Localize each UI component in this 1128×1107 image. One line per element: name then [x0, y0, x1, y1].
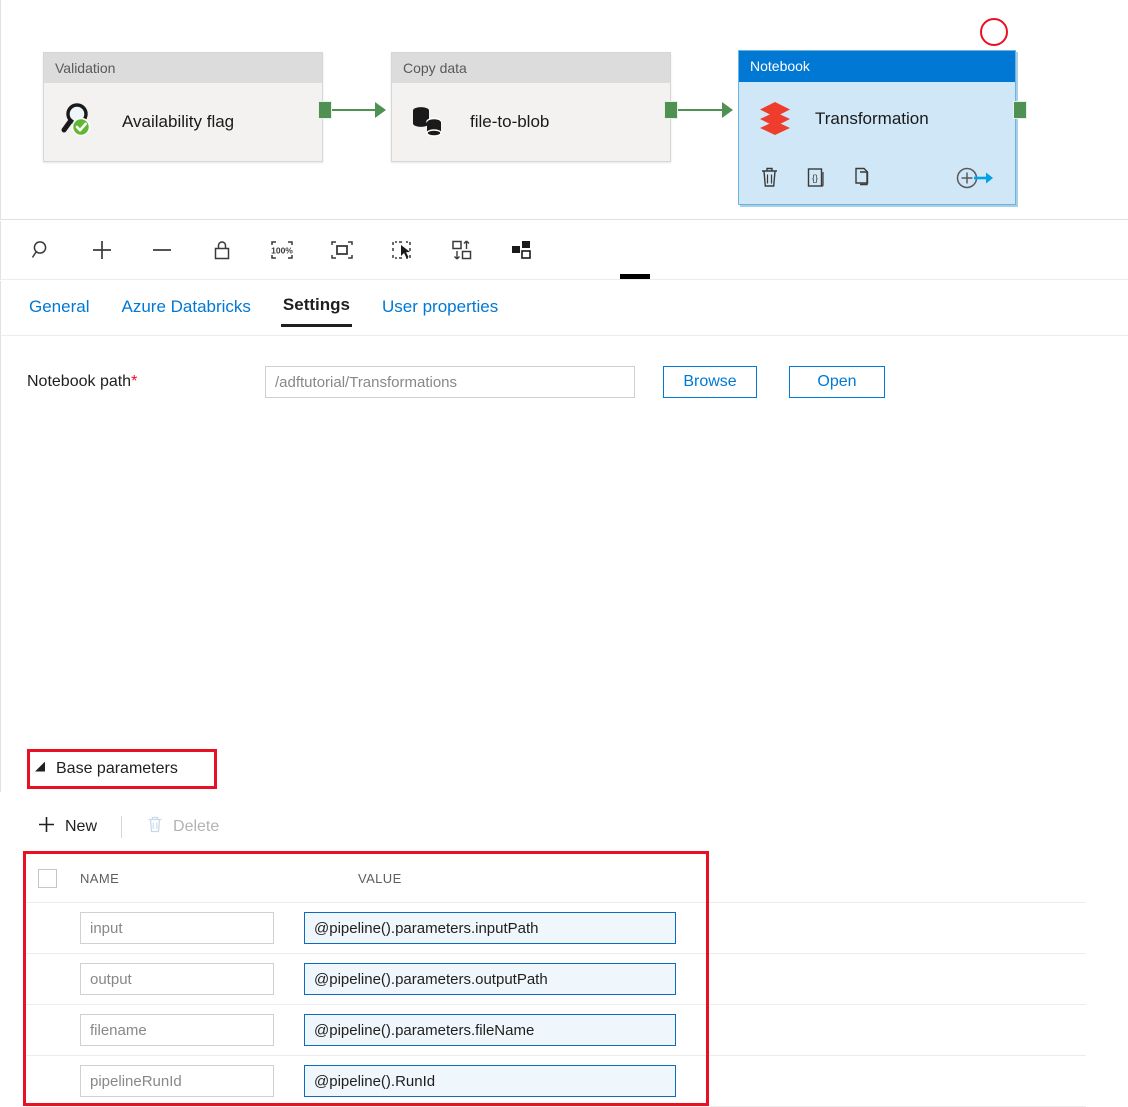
parameter-name-cell	[80, 912, 274, 944]
search-icon[interactable]	[25, 233, 59, 267]
plus-icon	[37, 815, 56, 839]
activity-card-notebook[interactable]: Notebook Transformation {}	[738, 50, 1016, 205]
collapse-triangle-icon	[35, 761, 50, 777]
parameters-command-bar: New Delete	[31, 810, 225, 844]
table-header-row: NAME VALUE	[26, 854, 1086, 903]
graph-toolbar: 100%	[0, 221, 1128, 280]
copy-data-icon	[408, 99, 450, 146]
new-label: New	[65, 818, 98, 835]
parameter-value-cell	[274, 963, 676, 995]
parameter-value-cell	[274, 1065, 676, 1097]
code-brackets-icon[interactable]: {}	[806, 166, 827, 194]
parameter-value-input[interactable]	[304, 912, 676, 944]
table-row	[26, 1056, 1086, 1107]
magnifier-check-icon	[60, 99, 102, 146]
parameter-name-input[interactable]	[80, 1065, 274, 1097]
duplicate-icon[interactable]	[853, 166, 874, 194]
parameter-name-input[interactable]	[80, 963, 274, 995]
notebook-path-input[interactable]	[265, 366, 635, 398]
parameter-value-cell	[274, 1014, 676, 1046]
table-row	[26, 954, 1086, 1005]
activity-name: Transformation	[815, 109, 929, 128]
zoom-level-label: 100%	[271, 246, 293, 256]
activity-name: file-to-blob	[470, 112, 550, 131]
tab-azure-databricks[interactable]: Azure Databricks	[119, 291, 252, 326]
lock-icon[interactable]	[205, 233, 239, 267]
parameter-name-cell	[80, 1065, 274, 1097]
zoom-to-fit-icon[interactable]	[325, 233, 359, 267]
parameter-value-cell	[274, 912, 676, 944]
column-header-name: NAME	[80, 870, 120, 886]
pipeline-canvas[interactable]: Validation Availability flag Copy data f…	[0, 0, 1128, 220]
settings-panel: Notebook path* Browse Open Base paramete…	[0, 336, 1128, 1107]
panel-drag-handle[interactable]	[620, 274, 650, 279]
add-output-arrow-icon[interactable]	[955, 166, 997, 195]
browse-button[interactable]: Browse	[663, 366, 757, 398]
plus-icon[interactable]	[85, 233, 119, 267]
tab-user-properties[interactable]: User properties	[380, 291, 500, 326]
select-all-checkbox[interactable]	[38, 868, 57, 888]
activity-type-label: Notebook	[739, 51, 1015, 82]
base-parameters-header[interactable]: Base parameters	[27, 749, 217, 789]
required-marker: *	[131, 373, 138, 390]
base-parameters-table: NAME VALUE	[26, 854, 1086, 1107]
open-button[interactable]: Open	[789, 366, 885, 398]
svg-text:{}: {}	[812, 173, 818, 183]
parameter-value-input[interactable]	[304, 1065, 676, 1097]
trash-icon[interactable]	[759, 166, 780, 194]
databricks-icon	[755, 97, 795, 142]
parameter-name-cell	[80, 1014, 274, 1046]
table-row	[26, 1005, 1086, 1056]
delete-label: Delete	[173, 818, 220, 835]
zoom-100-icon[interactable]: 100%	[265, 233, 299, 267]
column-header-value: VALUE	[358, 870, 402, 886]
select-all-cell	[26, 868, 80, 888]
activity-card-validation[interactable]: Validation Availability flag	[43, 52, 323, 162]
properties-tabs: General Azure Databricks Settings User p…	[0, 281, 1128, 336]
delete-parameter-button[interactable]: Delete	[140, 815, 225, 839]
parameter-name-input[interactable]	[80, 1014, 274, 1046]
tab-general[interactable]: General	[27, 291, 91, 326]
activity-card-copy-data[interactable]: Copy data file-to-blob	[391, 52, 671, 162]
minus-icon[interactable]	[145, 233, 179, 267]
parameter-name-cell	[80, 963, 274, 995]
activity-type-label: Validation	[44, 53, 322, 83]
activity-type-label: Copy data	[392, 53, 670, 83]
parameter-value-input[interactable]	[304, 963, 676, 995]
layout-icon[interactable]	[505, 233, 539, 267]
tab-settings[interactable]: Settings	[280, 289, 352, 327]
table-row	[26, 903, 1086, 954]
base-parameters-title: Base parameters	[56, 760, 178, 777]
notebook-path-label: Notebook path*	[27, 373, 138, 390]
parameter-name-input[interactable]	[80, 912, 274, 944]
select-cursor-icon[interactable]	[385, 233, 419, 267]
annotation-circle-notebook	[980, 18, 1008, 46]
notebook-path-row: Notebook path* Browse Open	[27, 366, 885, 398]
auto-align-icon[interactable]	[445, 233, 479, 267]
trash-icon	[146, 815, 164, 839]
activity-name: Availability flag	[122, 112, 235, 131]
new-parameter-button[interactable]: New	[31, 815, 103, 839]
command-separator	[121, 816, 123, 838]
parameter-value-input[interactable]	[304, 1014, 676, 1046]
